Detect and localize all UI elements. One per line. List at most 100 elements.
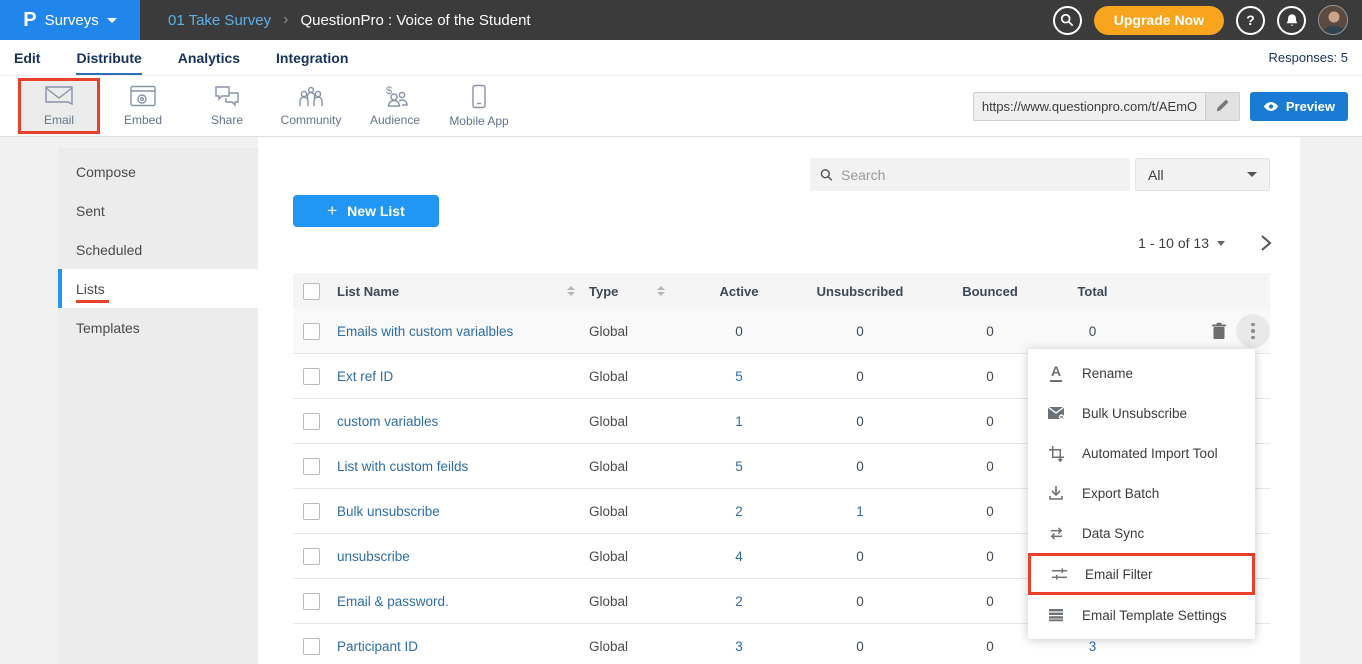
filter-selected-value: All (1148, 167, 1164, 183)
list-name-link[interactable]: Bulk unsubscribe (337, 504, 440, 519)
community-people-icon (296, 85, 326, 109)
menu-item-automated-import-tool[interactable]: Automated Import Tool (1028, 433, 1255, 473)
unsubscribed-count[interactable]: 0 (785, 414, 935, 429)
active-count[interactable]: 5 (693, 459, 785, 474)
sidebar-item-scheduled[interactable]: Scheduled (58, 230, 258, 269)
unsubscribed-count[interactable]: 0 (785, 639, 935, 654)
pagination-range[interactable]: 1 - 10 of 13 (1138, 235, 1225, 251)
channel-share[interactable]: Share (186, 78, 268, 134)
menu-item-email-template-settings[interactable]: Email Template Settings (1028, 595, 1255, 635)
active-count[interactable]: 1 (693, 414, 785, 429)
sort-type[interactable] (657, 286, 665, 296)
sidebar-item-compose[interactable]: Compose (58, 152, 258, 191)
row-checkbox[interactable] (303, 503, 320, 520)
row-checkbox[interactable] (303, 458, 320, 475)
unsubscribed-count[interactable]: 0 (785, 369, 935, 384)
col-type: Type (589, 284, 618, 299)
breadcrumb-survey-link[interactable]: 01 Take Survey (168, 12, 271, 29)
menu-item-data-sync[interactable]: Data Sync (1028, 513, 1255, 553)
delete-list-button[interactable] (1206, 318, 1232, 344)
menu-item-bulk-unsubscribe[interactable]: Bulk Unsubscribe (1028, 393, 1255, 433)
total-count[interactable]: 0 (1045, 324, 1140, 339)
tab-distribute[interactable]: Distribute (76, 41, 141, 75)
email-envelope-icon (44, 85, 74, 109)
template-lines-icon (1046, 608, 1066, 622)
row-checkbox[interactable] (303, 593, 320, 610)
tab-analytics[interactable]: Analytics (178, 41, 240, 75)
menu-item-rename[interactable]: A Rename (1028, 353, 1255, 393)
search-button[interactable] (1053, 6, 1082, 35)
rename-icon: A (1046, 364, 1066, 381)
mobile-phone-icon (466, 84, 492, 110)
survey-link-zone: Preview (973, 92, 1362, 121)
next-page-button[interactable] (1254, 231, 1278, 255)
row-checkbox[interactable] (303, 548, 320, 565)
active-count[interactable]: 2 (693, 504, 785, 519)
list-filter-dropdown[interactable]: All (1135, 158, 1270, 191)
eye-icon (1263, 101, 1279, 112)
sidebar-item-lists[interactable]: Lists (58, 269, 258, 308)
survey-url-input[interactable] (974, 93, 1205, 120)
tab-integration[interactable]: Integration (276, 41, 348, 75)
preview-button[interactable]: Preview (1250, 92, 1348, 121)
row-checkbox[interactable] (303, 413, 320, 430)
list-name-link[interactable]: custom variables (337, 414, 438, 429)
unsubscribed-count[interactable]: 0 (785, 324, 935, 339)
help-button[interactable]: ? (1236, 6, 1265, 35)
sidebar-item-templates[interactable]: Templates (58, 308, 258, 347)
active-count[interactable]: 2 (693, 594, 785, 609)
bounced-count[interactable]: 0 (935, 324, 1045, 339)
menu-item-export-batch[interactable]: Export Batch (1028, 473, 1255, 513)
list-search-box (810, 158, 1130, 191)
active-count[interactable]: 4 (693, 549, 785, 564)
channel-community[interactable]: Community (270, 78, 352, 134)
question-mark-icon: ? (1246, 12, 1255, 28)
chevron-down-icon (107, 18, 117, 23)
active-count[interactable]: 3 (693, 639, 785, 654)
upgrade-now-button[interactable]: Upgrade Now (1094, 6, 1224, 35)
channel-email[interactable]: Email (18, 78, 100, 134)
list-name-link[interactable]: List with custom feilds (337, 459, 468, 474)
unsubscribed-count[interactable]: 0 (785, 549, 935, 564)
col-active: Active (693, 284, 785, 299)
table-row: Emails with custom varialbles Global 0 0… (293, 309, 1270, 354)
email-sidebar: Compose Sent Scheduled Lists Templates (58, 148, 258, 664)
channel-embed[interactable]: Embed (102, 78, 184, 134)
channel-audience[interactable]: $ Audience (354, 78, 436, 134)
list-name-link[interactable]: unsubscribe (337, 549, 410, 564)
unsubscribed-count[interactable]: 0 (785, 594, 935, 609)
sort-list-name[interactable] (567, 286, 575, 296)
list-name-link[interactable]: Participant ID (337, 639, 418, 654)
bell-icon (1285, 13, 1299, 28)
product-switcher[interactable]: P Surveys (0, 0, 140, 40)
list-name-link[interactable]: Emails with custom varialbles (337, 324, 513, 339)
sidebar-item-sent[interactable]: Sent (58, 191, 258, 230)
edit-url-button[interactable] (1205, 93, 1239, 120)
audience-dollar-people-icon: $ (380, 85, 410, 109)
top-bar: P Surveys 01 Take Survey › QuestionPro :… (0, 0, 1362, 40)
user-avatar[interactable] (1318, 5, 1348, 35)
row-checkbox[interactable] (303, 323, 320, 340)
channel-mobile-app[interactable]: Mobile App (438, 78, 520, 134)
row-checkbox[interactable] (303, 638, 320, 655)
active-count[interactable]: 5 (693, 369, 785, 384)
tab-edit[interactable]: Edit (14, 41, 40, 75)
active-count[interactable]: 0 (693, 324, 785, 339)
list-name-link[interactable]: Email & password. (337, 594, 449, 609)
col-unsubscribed: Unsubscribed (785, 284, 935, 299)
new-list-button[interactable]: + New List (293, 195, 439, 227)
responses-count[interactable]: Responses: 5 (1269, 50, 1349, 65)
unsubscribed-count[interactable]: 1 (785, 504, 935, 519)
notifications-button[interactable] (1277, 6, 1306, 35)
list-name-link[interactable]: Ext ref ID (337, 369, 393, 384)
select-all-checkbox[interactable] (303, 283, 320, 300)
bounced-count[interactable]: 0 (935, 639, 1045, 654)
row-checkbox[interactable] (303, 368, 320, 385)
total-count[interactable]: 3 (1045, 639, 1140, 654)
row-menu-button[interactable] (1236, 314, 1270, 348)
menu-item-email-filter[interactable]: Email Filter (1028, 553, 1255, 595)
search-input[interactable] (841, 167, 1120, 183)
import-crop-icon (1046, 445, 1066, 462)
unsubscribed-count[interactable]: 0 (785, 459, 935, 474)
search-icon (820, 168, 833, 182)
